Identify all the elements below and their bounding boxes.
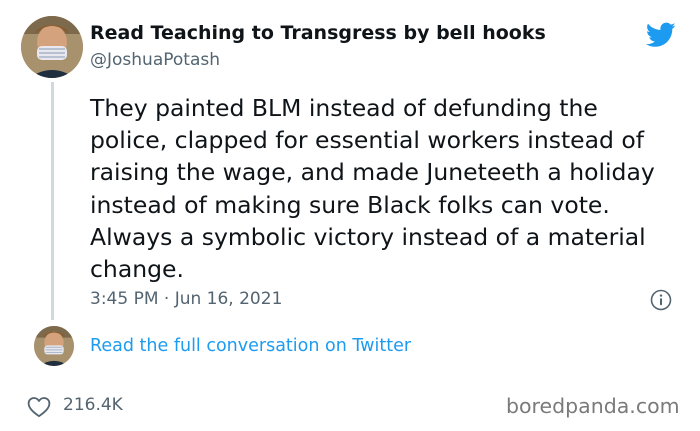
info-icon[interactable]: [650, 289, 672, 311]
heart-icon[interactable]: [27, 396, 51, 418]
tweet-text: They painted BLM instead of defunding th…: [90, 94, 655, 284]
read-conversation-link[interactable]: Read the full conversation on Twitter: [90, 336, 411, 356]
like-count: 216.4K: [63, 395, 123, 415]
twitter-bird-icon[interactable]: [646, 22, 676, 48]
author-avatar[interactable]: [21, 16, 83, 78]
avatar-image: [34, 326, 74, 366]
thread-line: [51, 82, 54, 320]
source-watermark: boredpanda.com: [506, 394, 680, 418]
user-handle[interactable]: @JoshuaPotash: [90, 50, 220, 70]
avatar-image: [21, 16, 83, 78]
reply-avatar[interactable]: [34, 326, 74, 366]
tweet-timestamp[interactable]: 3:45 PM · Jun 16, 2021: [90, 289, 282, 309]
display-name[interactable]: Read Teaching to Transgress by bell hook…: [90, 22, 546, 44]
